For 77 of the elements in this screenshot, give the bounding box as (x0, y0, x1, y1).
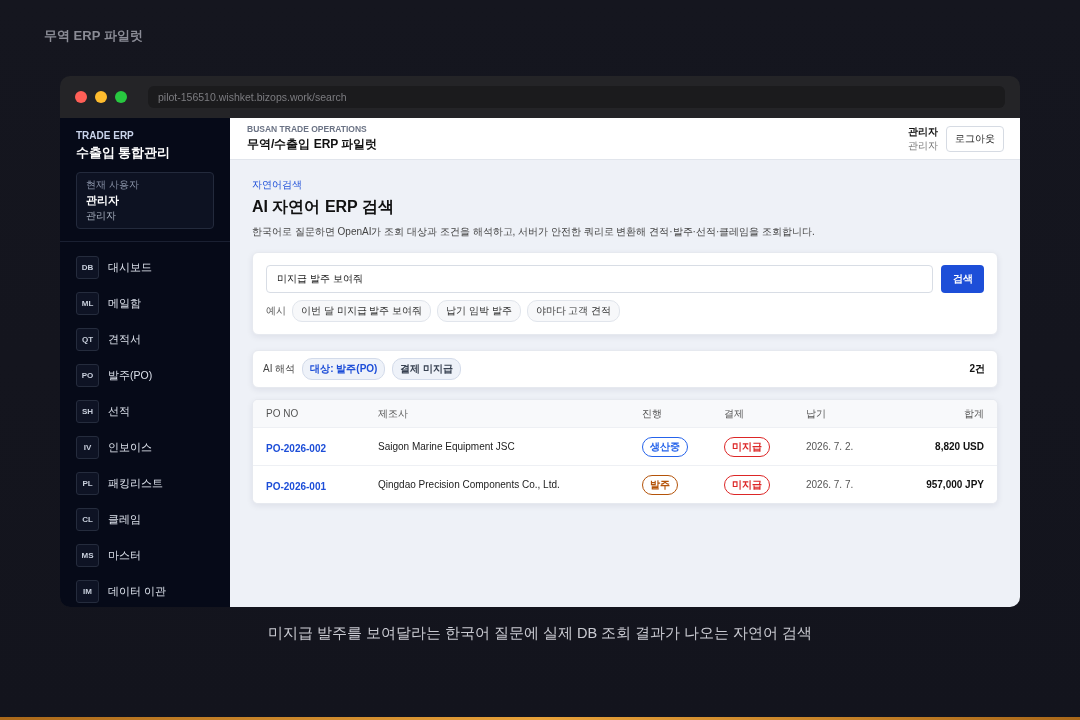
header-user-name: 관리자 (908, 124, 938, 139)
example-chip[interactable]: 야마다 고객 견적 (526, 300, 621, 322)
nav-item[interactable]: IM 데이터 이관 (76, 580, 214, 603)
page-heading: AI 자연어 ERP 검색 (252, 197, 395, 217)
minimize-window-icon[interactable] (95, 91, 107, 103)
brand-label: TRADE ERP (76, 130, 135, 141)
header-eyebrow: BUSAN TRADE OPERATIONS (247, 124, 368, 134)
column-header: 결제 (724, 406, 745, 421)
nav-item[interactable]: PL 패킹리스트 (76, 472, 214, 495)
user-label: 현재 사용자 (86, 178, 140, 192)
page-title: 무역 ERP 파일럿 (44, 27, 143, 45)
nav-label: 마스터 (108, 548, 141, 563)
nav-label: 패킹리스트 (108, 476, 163, 491)
maximize-window-icon[interactable] (115, 91, 127, 103)
nav-label: 인보이스 (108, 440, 152, 455)
section-eyebrow: 자연어검색 (252, 178, 303, 192)
search-button[interactable]: 검색 (941, 265, 984, 293)
sidebar-title: 수출입 통합관리 (76, 145, 172, 162)
caption: 미지급 발주를 보여달라는 한국어 질문에 실제 DB 조회 결과가 나오는 자연어 검색 (266, 624, 814, 643)
due-date-cell-text: 2026. 7. 2. (806, 441, 855, 452)
nav-code: IV (76, 436, 99, 459)
address-bar[interactable]: pilot-156510.wishket.bizops.work/search (148, 86, 1005, 108)
nav-item[interactable]: CL 클레임 (76, 508, 214, 531)
nav-label: 견적서 (108, 332, 141, 347)
nav-code: SH (76, 400, 99, 423)
maker-cell-text: Saigon Marine Equipment JSC (378, 441, 516, 452)
user-name: 관리자 (86, 193, 120, 208)
nav-item[interactable]: MS 마스터 (76, 544, 214, 567)
nav-label: 대시보드 (108, 260, 152, 275)
nav-label: 선적 (108, 404, 130, 419)
progress-badge: 생산중 (642, 436, 688, 457)
nav-code: PL (76, 472, 99, 495)
po-link[interactable]: PO-2026-002 (266, 442, 327, 454)
column-header: 진행 (642, 406, 663, 421)
page-description: 한국어로 질문하면 OpenAI가 조회 대상과 조건을 해석하고, 서버가 안전한 쿼리로 변환해 견적·발주·선적·클레임을 조회합니다. (252, 225, 816, 239)
progress-badge: 발주 (642, 474, 678, 495)
examples-label: 예시 (266, 304, 286, 318)
result-count: 2건 (969, 362, 985, 376)
column-header: 납기 (806, 406, 827, 421)
nav-item[interactable]: IV 인보이스 (76, 436, 214, 459)
total-cell-text: 8,820 USD (934, 441, 984, 452)
header-user-role: 관리자 (908, 138, 938, 153)
nav-code: IM (76, 580, 99, 603)
nav-code: QT (76, 328, 99, 351)
nav-label: 클레임 (108, 512, 141, 527)
nav-label: 발주(PO) (108, 368, 153, 383)
interpretation-label: AI 해석 (263, 362, 296, 376)
nav-label: 데이터 이관 (108, 584, 166, 599)
user-role: 관리자 (86, 209, 117, 223)
header-title: 무역/수출입 ERP 파일럿 (247, 136, 378, 153)
due-date-cell-text: 2026. 7. 7. (806, 479, 855, 490)
search-field[interactable]: 미지급 발주 보여줘 (266, 265, 933, 293)
po-link[interactable]: PO-2026-001 (266, 480, 327, 492)
nav-code: CL (76, 508, 99, 531)
nav-label: 메일함 (108, 296, 141, 311)
nav-code: ML (76, 292, 99, 315)
nav-item[interactable]: QT 견적서 (76, 328, 214, 351)
nav-item[interactable]: SH 선적 (76, 400, 214, 423)
example-chip[interactable]: 납기 임박 발주 (437, 300, 521, 322)
nav-item[interactable]: PO 발주(PO) (76, 364, 214, 387)
maker-cell-text: Qingdao Precision Components Co., Ltd. (378, 479, 561, 490)
nav-code: MS (76, 544, 99, 567)
nav-item[interactable]: ML 메일함 (76, 292, 214, 315)
interpretation-tag: 결제 미지급 (392, 358, 462, 380)
column-header: 제조사 (378, 406, 409, 421)
interpretation-tag: 대상: 발주(PO) (302, 358, 386, 380)
column-header: 합계 (963, 406, 984, 421)
nav-code: DB (76, 256, 99, 279)
payment-badge: 미지급 (724, 474, 770, 495)
column-header: PO NO (266, 408, 300, 419)
logout-button[interactable]: 로그아웃 (946, 125, 1004, 152)
nav-code: PO (76, 364, 99, 387)
close-window-icon[interactable] (75, 91, 87, 103)
payment-badge: 미지급 (724, 436, 770, 457)
example-chip[interactable]: 이번 달 미지급 발주 보여줘 (292, 300, 432, 322)
total-cell-text: 957,000 JPY (925, 479, 984, 490)
nav-item[interactable]: DB 대시보드 (76, 256, 214, 279)
